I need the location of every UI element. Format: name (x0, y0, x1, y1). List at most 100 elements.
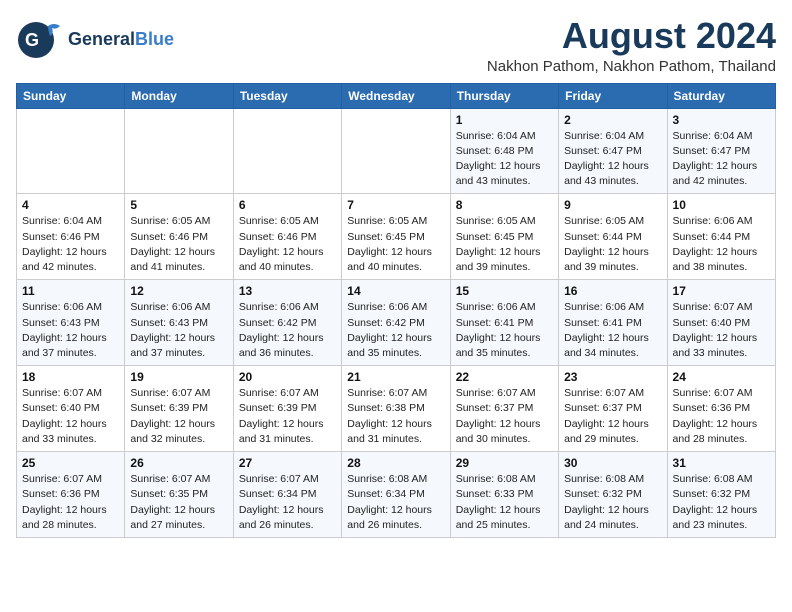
day-info: Sunrise: 6:06 AMSunset: 6:43 PMDaylight:… (130, 300, 227, 361)
logo-text: GeneralBlue (68, 30, 174, 50)
calendar-cell: 1 Sunrise: 6:04 AMSunset: 6:48 PMDaylight… (450, 108, 558, 194)
day-number: 17 (673, 284, 770, 298)
day-number: 12 (130, 284, 227, 298)
day-number: 20 (239, 370, 336, 384)
page-header: G GeneralBlue August 2024 Nakhon Pathom,… (16, 16, 776, 75)
day-number: 15 (456, 284, 553, 298)
day-info: Sunrise: 6:05 AMSunset: 6:46 PMDaylight:… (130, 214, 227, 275)
day-number: 26 (130, 456, 227, 470)
day-info: Sunrise: 6:06 AMSunset: 6:41 PMDaylight:… (564, 300, 661, 361)
day-info: Sunrise: 6:05 AMSunset: 6:45 PMDaylight:… (347, 214, 444, 275)
calendar-cell: 13Sunrise: 6:06 AMSunset: 6:42 PMDayligh… (233, 280, 341, 366)
day-info: Sunrise: 6:06 AMSunset: 6:42 PMDaylight:… (239, 300, 336, 361)
calendar-cell: 31 Sunrise: 6:08 AMSunset: 6:32 PMDayligh… (667, 452, 775, 538)
svg-text:G: G (25, 30, 39, 50)
day-info: Sunrise: 6:08 AMSunset: 6:32 PMDaylight:… (673, 472, 770, 533)
calendar-cell: 11Sunrise: 6:06 AMSunset: 6:43 PMDayligh… (17, 280, 125, 366)
calendar-week-row: 4 Sunrise: 6:04 AMSunset: 6:46 PMDaylight… (17, 194, 776, 280)
day-info: Sunrise: 6:06 AMSunset: 6:41 PMDaylight:… (456, 300, 553, 361)
day-number: 21 (347, 370, 444, 384)
calendar-cell: 2 Sunrise: 6:04 AMSunset: 6:47 PMDaylight… (559, 108, 667, 194)
calendar-cell: 8 Sunrise: 6:05 AMSunset: 6:45 PMDaylight… (450, 194, 558, 280)
day-number: 24 (673, 370, 770, 384)
calendar-week-row: 11Sunrise: 6:06 AMSunset: 6:43 PMDayligh… (17, 280, 776, 366)
calendar-cell: 12 Sunrise: 6:06 AMSunset: 6:43 PMDayligh… (125, 280, 233, 366)
day-number: 30 (564, 456, 661, 470)
day-info: Sunrise: 6:07 AMSunset: 6:40 PMDaylight:… (673, 300, 770, 361)
calendar-cell: 6Sunrise: 6:05 AMSunset: 6:46 PMDaylight… (233, 194, 341, 280)
calendar-cell (125, 108, 233, 194)
day-info: Sunrise: 6:05 AMSunset: 6:45 PMDaylight:… (456, 214, 553, 275)
calendar-cell: 19 Sunrise: 6:07 AMSunset: 6:39 PMDayligh… (125, 366, 233, 452)
calendar-cell: 5Sunrise: 6:05 AMSunset: 6:46 PMDaylight… (125, 194, 233, 280)
day-number: 9 (564, 198, 661, 212)
day-info: Sunrise: 6:04 AMSunset: 6:47 PMDaylight:… (564, 129, 661, 190)
calendar-cell: 7Sunrise: 6:05 AMSunset: 6:45 PMDaylight… (342, 194, 450, 280)
calendar-cell: 25Sunrise: 6:07 AMSunset: 6:36 PMDayligh… (17, 452, 125, 538)
calendar-cell: 26 Sunrise: 6:07 AMSunset: 6:35 PMDayligh… (125, 452, 233, 538)
col-saturday: Saturday (667, 83, 775, 108)
calendar-cell: 20 Sunrise: 6:07 AMSunset: 6:39 PMDayligh… (233, 366, 341, 452)
day-info: Sunrise: 6:04 AMSunset: 6:46 PMDaylight:… (22, 214, 119, 275)
calendar-cell: 21 Sunrise: 6:07 AMSunset: 6:38 PMDayligh… (342, 366, 450, 452)
day-info: Sunrise: 6:07 AMSunset: 6:38 PMDaylight:… (347, 386, 444, 447)
col-tuesday: Tuesday (233, 83, 341, 108)
day-number: 27 (239, 456, 336, 470)
day-number: 16 (564, 284, 661, 298)
calendar-week-row: 1 Sunrise: 6:04 AMSunset: 6:48 PMDaylight… (17, 108, 776, 194)
day-number: 8 (456, 198, 553, 212)
calendar-week-row: 18 Sunrise: 6:07 AMSunset: 6:40 PMDayligh… (17, 366, 776, 452)
day-number: 4 (22, 198, 119, 212)
col-friday: Friday (559, 83, 667, 108)
location-title: Nakhon Pathom, Nakhon Pathom, Thailand (487, 58, 776, 75)
day-info: Sunrise: 6:07 AMSunset: 6:34 PMDaylight:… (239, 472, 336, 533)
calendar-cell: 9 Sunrise: 6:05 AMSunset: 6:44 PMDaylight… (559, 194, 667, 280)
calendar-week-row: 25Sunrise: 6:07 AMSunset: 6:36 PMDayligh… (17, 452, 776, 538)
day-info: Sunrise: 6:07 AMSunset: 6:39 PMDaylight:… (239, 386, 336, 447)
day-info: Sunrise: 6:05 AMSunset: 6:44 PMDaylight:… (564, 214, 661, 275)
day-info: Sunrise: 6:04 AMSunset: 6:47 PMDaylight:… (673, 129, 770, 190)
day-info: Sunrise: 6:04 AMSunset: 6:48 PMDaylight:… (456, 129, 553, 190)
day-info: Sunrise: 6:07 AMSunset: 6:37 PMDaylight:… (456, 386, 553, 447)
day-info: Sunrise: 6:06 AMSunset: 6:42 PMDaylight:… (347, 300, 444, 361)
day-info: Sunrise: 6:08 AMSunset: 6:34 PMDaylight:… (347, 472, 444, 533)
day-number: 18 (22, 370, 119, 384)
calendar-cell: 27 Sunrise: 6:07 AMSunset: 6:34 PMDayligh… (233, 452, 341, 538)
col-wednesday: Wednesday (342, 83, 450, 108)
calendar-cell: 4 Sunrise: 6:04 AMSunset: 6:46 PMDaylight… (17, 194, 125, 280)
calendar-cell: 28 Sunrise: 6:08 AMSunset: 6:34 PMDayligh… (342, 452, 450, 538)
day-number: 3 (673, 113, 770, 127)
calendar-cell: 10 Sunrise: 6:06 AMSunset: 6:44 PMDayligh… (667, 194, 775, 280)
calendar-cell: 3 Sunrise: 6:04 AMSunset: 6:47 PMDaylight… (667, 108, 775, 194)
day-number: 31 (673, 456, 770, 470)
day-info: Sunrise: 6:07 AMSunset: 6:40 PMDaylight:… (22, 386, 119, 447)
logo: G GeneralBlue (16, 16, 174, 64)
day-info: Sunrise: 6:07 AMSunset: 6:37 PMDaylight:… (564, 386, 661, 447)
col-monday: Monday (125, 83, 233, 108)
col-sunday: Sunday (17, 83, 125, 108)
day-number: 2 (564, 113, 661, 127)
day-number: 14 (347, 284, 444, 298)
day-number: 29 (456, 456, 553, 470)
calendar-cell: 23 Sunrise: 6:07 AMSunset: 6:37 PMDayligh… (559, 366, 667, 452)
logo-icon: G (16, 16, 64, 64)
calendar-cell: 18 Sunrise: 6:07 AMSunset: 6:40 PMDayligh… (17, 366, 125, 452)
calendar-cell (233, 108, 341, 194)
day-info: Sunrise: 6:07 AMSunset: 6:36 PMDaylight:… (22, 472, 119, 533)
day-number: 10 (673, 198, 770, 212)
day-info: Sunrise: 6:07 AMSunset: 6:39 PMDaylight:… (130, 386, 227, 447)
day-number: 23 (564, 370, 661, 384)
calendar-cell: 29 Sunrise: 6:08 AMSunset: 6:33 PMDayligh… (450, 452, 558, 538)
month-title: August 2024 (487, 16, 776, 56)
calendar-table: Sunday Monday Tuesday Wednesday Thursday… (16, 83, 776, 538)
day-info: Sunrise: 6:07 AMSunset: 6:35 PMDaylight:… (130, 472, 227, 533)
day-number: 19 (130, 370, 227, 384)
day-number: 28 (347, 456, 444, 470)
day-info: Sunrise: 6:06 AMSunset: 6:44 PMDaylight:… (673, 214, 770, 275)
calendar-cell: 17 Sunrise: 6:07 AMSunset: 6:40 PMDayligh… (667, 280, 775, 366)
day-number: 1 (456, 113, 553, 127)
calendar-cell: 15 Sunrise: 6:06 AMSunset: 6:41 PMDayligh… (450, 280, 558, 366)
day-number: 6 (239, 198, 336, 212)
calendar-header-row: Sunday Monday Tuesday Wednesday Thursday… (17, 83, 776, 108)
day-info: Sunrise: 6:08 AMSunset: 6:33 PMDaylight:… (456, 472, 553, 533)
